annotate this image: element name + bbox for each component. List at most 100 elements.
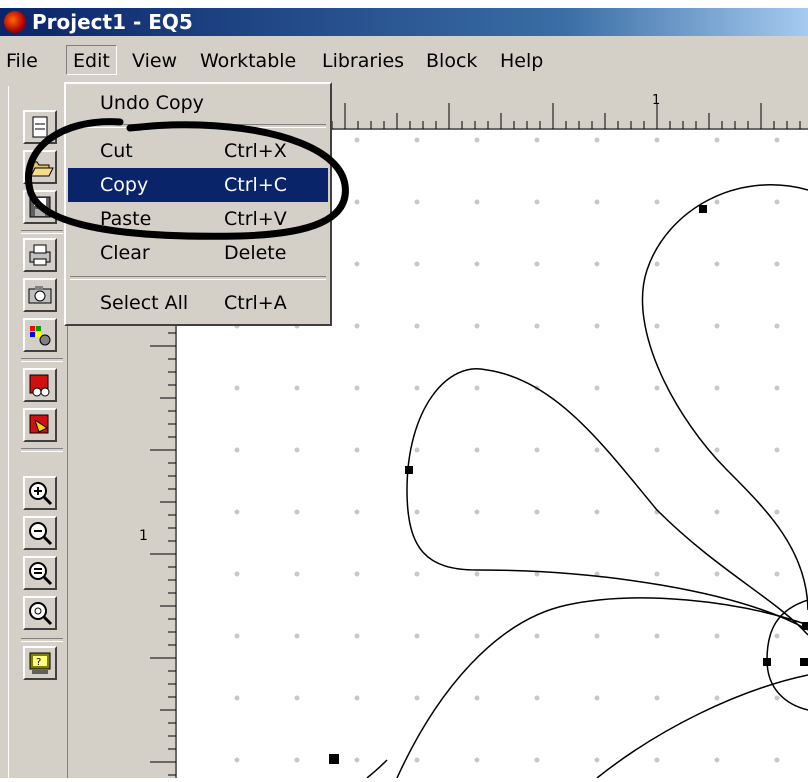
help-icon[interactable]: ? xyxy=(23,646,57,680)
grid-dot xyxy=(234,757,240,763)
grid-dot xyxy=(594,385,600,391)
grid-dot xyxy=(234,571,240,577)
grid-dot xyxy=(774,137,780,143)
grid-dot xyxy=(654,323,660,329)
grid-dot xyxy=(354,323,360,329)
block-library-icon[interactable] xyxy=(23,368,57,402)
grid-dot xyxy=(774,447,780,453)
grid-dot xyxy=(294,509,300,515)
grid-dot xyxy=(654,695,660,701)
grid-dot xyxy=(354,757,360,763)
grid-dot xyxy=(774,695,780,701)
menu-help[interactable]: Help xyxy=(500,46,543,76)
grid-dot xyxy=(594,633,600,639)
center-circle-arc xyxy=(766,599,808,711)
zoom-refresh-icon[interactable] xyxy=(23,596,57,630)
zoom-in-icon[interactable] xyxy=(23,476,57,510)
grid-dot xyxy=(354,447,360,453)
add-to-sketchbook-icon[interactable] xyxy=(23,408,57,442)
zoom-out-icon[interactable] xyxy=(23,516,57,550)
grid-dot xyxy=(234,695,240,701)
grid-dot xyxy=(534,137,540,143)
grid-dot xyxy=(354,137,360,143)
zoom-fit-icon[interactable] xyxy=(23,556,57,590)
lower-petal-curve xyxy=(396,597,808,779)
grid-dot xyxy=(594,323,600,329)
grid-dot xyxy=(594,137,600,143)
grid-dot xyxy=(414,509,420,515)
grid-dot xyxy=(714,385,720,391)
menu-paste[interactable]: Paste Ctrl+V xyxy=(68,202,328,236)
grid-dot xyxy=(774,571,780,577)
grid-dot xyxy=(294,633,300,639)
app-icon xyxy=(4,11,26,33)
window-title: Project1 - EQ5 xyxy=(32,10,193,34)
menu-edit[interactable]: Edit xyxy=(66,45,117,75)
menu-worktable[interactable]: Worktable xyxy=(200,46,296,76)
toolbar-separator xyxy=(21,358,63,362)
grid-dot xyxy=(654,137,660,143)
grid-dot xyxy=(234,447,240,453)
grid-dot xyxy=(714,695,720,701)
grid-dot xyxy=(594,757,600,763)
grid-dot xyxy=(774,199,780,205)
grid-dot xyxy=(714,509,720,515)
save-icon[interactable] xyxy=(23,190,57,224)
color-palette-icon[interactable] xyxy=(23,318,57,352)
grid-dot xyxy=(234,509,240,515)
control-point xyxy=(802,622,808,630)
grid-dot xyxy=(654,633,660,639)
title-bar: Project1 - EQ5 xyxy=(0,8,808,36)
control-point xyxy=(800,658,808,666)
grid-dot xyxy=(714,571,720,577)
grid-dot xyxy=(474,571,480,577)
grid-dot xyxy=(354,199,360,205)
menu-clear[interactable]: Clear Delete xyxy=(68,236,328,270)
grid-dot xyxy=(354,571,360,577)
grid-dot xyxy=(414,323,420,329)
grid-dot xyxy=(714,757,720,763)
print-icon[interactable] xyxy=(23,238,57,272)
grid-dot xyxy=(594,695,600,701)
grid-dot xyxy=(354,385,360,391)
grid-dot xyxy=(654,261,660,267)
grid-dot xyxy=(294,757,300,763)
grid-dot xyxy=(474,261,480,267)
menu-file[interactable]: File xyxy=(6,46,38,76)
grid-dot xyxy=(474,509,480,515)
grid-dot xyxy=(354,695,360,701)
menu-cut[interactable]: Cut Ctrl+X xyxy=(68,134,328,168)
grid-dot xyxy=(474,199,480,205)
grid-dot xyxy=(474,633,480,639)
grid-dot xyxy=(294,571,300,577)
menu-undo-copy[interactable]: Undo Copy xyxy=(68,86,328,120)
toolbar-strip: ? xyxy=(8,86,68,778)
grid-dot xyxy=(414,695,420,701)
new-block-icon[interactable] xyxy=(23,110,57,144)
open-icon[interactable] xyxy=(23,150,57,184)
grid-dot xyxy=(654,385,660,391)
grid-dot xyxy=(594,447,600,453)
grid-dot xyxy=(654,447,660,453)
bottom-left-arc xyxy=(366,759,388,779)
camera-icon[interactable] xyxy=(23,278,57,312)
menu-copy[interactable]: Copy Ctrl+C xyxy=(68,168,328,202)
grid-dot xyxy=(414,571,420,577)
toolbar-separator xyxy=(21,230,63,234)
menu-select-all[interactable]: Select All Ctrl+A xyxy=(68,286,328,320)
grid-dot xyxy=(414,261,420,267)
menu-bar: File Edit View Worktable Libraries Block… xyxy=(0,36,808,86)
grid-dot xyxy=(414,447,420,453)
grid-dot xyxy=(534,695,540,701)
control-point xyxy=(699,205,707,213)
control-point xyxy=(329,754,339,764)
menu-view[interactable]: View xyxy=(132,46,177,76)
grid-dot xyxy=(654,199,660,205)
left-petal-curve xyxy=(406,368,808,636)
svg-text:?: ? xyxy=(36,657,41,668)
menu-libraries[interactable]: Libraries xyxy=(322,46,404,76)
menu-block[interactable]: Block xyxy=(426,46,477,76)
toolbar-separator xyxy=(21,638,63,642)
grid-dot xyxy=(234,633,240,639)
grid-dot xyxy=(414,385,420,391)
